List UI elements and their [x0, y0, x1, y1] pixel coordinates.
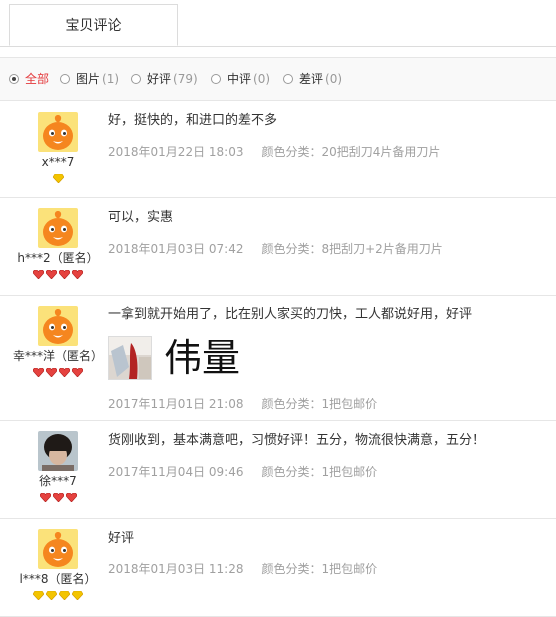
avatar[interactable]: [38, 306, 78, 346]
review-meta: 2018年01月03日 07:42 颜色分类：8把刮刀+2片备用刀片: [108, 240, 443, 257]
red-heart-icon: [72, 368, 83, 377]
review-date: 2018年01月03日 07:42: [108, 242, 244, 256]
red-heart-icon: [46, 270, 57, 279]
red-heart-icon: [59, 270, 70, 279]
reviewer-name: h***2（匿名）: [17, 251, 99, 265]
review-sku: 颜色分类：8把刮刀+2片备用刀片: [261, 242, 443, 256]
filter-positive[interactable]: 好评 (79): [131, 58, 198, 100]
taobao-mascot-icon: [38, 208, 78, 248]
filter-label: 差评: [299, 72, 324, 86]
review-item: l***8（匿名） 好评 2018年01月03日 11:28 颜色分类：1把包邮价: [0, 519, 556, 617]
reviewer: h***2（匿名）: [0, 208, 116, 280]
review-text: 一拿到就开始用了，比在别人家买的刀快，工人都说好用，好评: [108, 307, 473, 322]
avatar[interactable]: [38, 431, 78, 471]
reviewer-name: 徐***7: [39, 474, 77, 488]
review-content: 好评 2018年01月03日 11:28 颜色分类：1把包邮价: [108, 530, 548, 576]
review-content: 一拿到就开始用了，比在别人家买的刀快，工人都说好用，好评 伟量 2017年11月…: [108, 306, 548, 411]
tab-reviews[interactable]: 宝贝评论: [9, 4, 178, 46]
credit-badges: [0, 491, 116, 503]
review-text: 可以，实惠: [108, 210, 174, 225]
review-content: 可以，实惠 2018年01月03日 07:42 颜色分类：8把刮刀+2片备用刀片: [108, 209, 548, 256]
red-heart-icon: [72, 270, 83, 279]
gold-diamond-icon: [72, 591, 83, 600]
review-meta: 2017年11月01日 21:08 颜色分类：1把包邮价: [108, 395, 377, 412]
radio-icon[interactable]: [211, 74, 221, 84]
review-sku: 颜色分类：1把包邮价: [261, 397, 378, 411]
filter-count: (0): [253, 72, 271, 86]
user-photo: [38, 431, 78, 471]
review-date: 2018年01月03日 11:28: [108, 562, 244, 576]
red-heart-icon: [39, 493, 51, 502]
review-text: 货刚收到，基本满意吧，习惯好评！五分，物流很快满意，五分！: [108, 433, 486, 448]
reviewer: l***8（匿名）: [0, 529, 116, 601]
review-meta: 2018年01月22日 18:03 颜色分类：20把刮刀4片备用刀片: [108, 143, 440, 160]
review-item: x***7 好，挺快的，和进口的差不多 2018年01月22日 18:03 颜色分…: [0, 100, 556, 198]
red-heart-icon: [59, 368, 70, 377]
credit-badges: [0, 366, 116, 378]
review-meta: 2017年11月04日 09:46 颜色分类：1把包邮价: [108, 463, 377, 480]
review-date: 2017年11月04日 09:46: [108, 465, 244, 479]
review-meta: 2018年01月03日 11:28 颜色分类：1把包邮价: [108, 560, 377, 577]
review-sku: 颜色分类：1把包邮价: [261, 465, 378, 479]
taobao-mascot-icon: [38, 112, 78, 152]
reviewer: 幸***洋（匿名）: [0, 306, 116, 378]
filter-count: (0): [325, 72, 343, 86]
gold-diamond-icon: [33, 591, 44, 600]
review-item: 徐***7 货刚收到，基本满意吧，习惯好评！五分，物流很快满意，五分！ 2017…: [0, 421, 556, 519]
review-item: 幸***洋（匿名） 一拿到就开始用了，比在别人家买的刀快，工人都说好用，好评 伟…: [0, 296, 556, 421]
credit-badges: [0, 172, 116, 184]
radio-icon[interactable]: [131, 74, 141, 84]
avatar[interactable]: [38, 529, 78, 569]
filter-label: 全部: [25, 72, 50, 86]
taobao-mascot-icon: [38, 529, 78, 569]
filter-label: 中评: [227, 72, 252, 86]
review-text: 好评: [108, 531, 135, 546]
review-content: 货刚收到，基本满意吧，习惯好评！五分，物流很快满意，五分！ 2017年11月04…: [108, 432, 548, 479]
gold-diamond-icon: [46, 591, 57, 600]
filter-label: 好评: [147, 72, 172, 86]
filter-label: 图片: [76, 72, 101, 86]
review-photo-thumbnail[interactable]: [108, 336, 152, 380]
review-photo-caption: 伟量: [164, 336, 241, 380]
reviewer: 徐***7: [0, 431, 116, 503]
red-heart-icon: [52, 493, 64, 502]
photo-image: [109, 337, 151, 379]
radio-icon[interactable]: [283, 74, 293, 84]
radio-selected-icon[interactable]: [9, 74, 19, 84]
credit-badges: [0, 589, 116, 601]
reviewer-name: l***8（匿名）: [19, 572, 97, 586]
filter-negative[interactable]: 差评 (0): [283, 58, 342, 100]
review-date: 2018年01月22日 18:03: [108, 145, 244, 159]
radio-icon[interactable]: [60, 74, 70, 84]
taobao-mascot-icon: [38, 306, 78, 346]
filter-count: (79): [173, 72, 198, 86]
review-date: 2017年11月01日 21:08: [108, 397, 244, 411]
filter-count: (1): [102, 72, 120, 86]
review-sku: 颜色分类：1把包邮价: [261, 562, 378, 576]
red-heart-icon: [33, 270, 44, 279]
reviewer-name: x***7: [41, 155, 75, 169]
review-content: 好，挺快的，和进口的差不多 2018年01月22日 18:03 颜色分类：20把刮…: [108, 112, 548, 159]
gold-diamond-icon: [52, 174, 64, 183]
filter-images[interactable]: 图片 (1): [60, 58, 119, 100]
review-filter-bar: 全部 图片 (1) 好评 (79) 中评 (0) 差评 (0): [0, 57, 556, 101]
red-heart-icon: [46, 368, 57, 377]
gold-diamond-icon: [59, 591, 70, 600]
red-heart-icon: [33, 368, 44, 377]
tab-bar: 宝贝评论: [0, 0, 556, 47]
reviewer-name: 幸***洋（匿名）: [12, 349, 103, 363]
review-text: 好，挺快的，和进口的差不多: [108, 113, 278, 128]
filter-neutral[interactable]: 中评 (0): [211, 58, 270, 100]
review-item: h***2（匿名） 可以，实惠 2018年01月03日 07:42 颜色分类：8把…: [0, 198, 556, 296]
credit-badges: [0, 268, 116, 280]
avatar[interactable]: [38, 208, 78, 248]
review-sku: 颜色分类：20把刮刀4片备用刀片: [261, 145, 441, 159]
filter-all[interactable]: 全部: [9, 58, 49, 100]
avatar[interactable]: [38, 112, 78, 152]
reviewer: x***7: [0, 112, 116, 184]
red-heart-icon: [65, 493, 77, 502]
